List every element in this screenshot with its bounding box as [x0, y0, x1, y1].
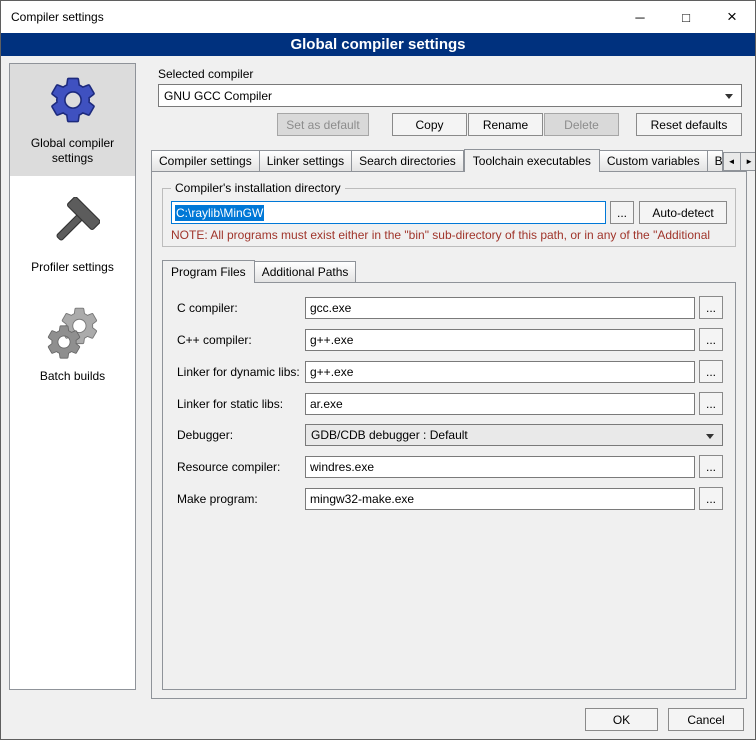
form-row-linker-dynamic: Linker for dynamic libs: ...	[177, 360, 723, 383]
tab-custom-variables[interactable]: Custom variables	[600, 150, 708, 171]
install-dir-note: NOTE: All programs must exist either in …	[171, 228, 727, 242]
tab-additional-paths[interactable]: Additional Paths	[255, 261, 357, 282]
profiler-tool-icon	[45, 196, 101, 252]
field-label: Debugger:	[177, 428, 305, 442]
browse-button[interactable]: ...	[699, 392, 723, 415]
selected-compiler-value: GNU GCC Compiler	[164, 89, 272, 103]
tab-search-directories[interactable]: Search directories	[352, 150, 464, 171]
tab-scroll-right-icon[interactable]: ►	[741, 152, 756, 171]
resource-compiler-input[interactable]	[305, 456, 695, 478]
tab-program-files[interactable]: Program Files	[162, 260, 255, 283]
form-row-resource-compiler: Resource compiler: ...	[177, 455, 723, 478]
reset-defaults-button[interactable]: Reset defaults	[636, 113, 742, 136]
c-compiler-input[interactable]	[305, 297, 695, 319]
toolchain-executables-panel: Compiler's installation directory C:\ray…	[151, 171, 747, 699]
settings-sidebar: Global compiler settings Profiler settin…	[9, 63, 136, 690]
window-controls: ─ □ ×	[617, 1, 755, 33]
tab-toolchain-executables[interactable]: Toolchain executables	[464, 149, 600, 172]
close-icon[interactable]: ×	[709, 1, 755, 33]
field-label: Linker for static libs:	[177, 397, 305, 411]
gray-gears-icon	[45, 305, 101, 361]
program-files-panel: C compiler: ... C++ compiler: ... Linker…	[162, 282, 736, 690]
selected-compiler-select[interactable]: GNU GCC Compiler	[158, 84, 742, 107]
sidebar-item-label: Batch builds	[40, 369, 105, 384]
field-label: Make program:	[177, 492, 305, 506]
cancel-button[interactable]: Cancel	[668, 708, 744, 731]
linker-static-input[interactable]	[305, 393, 695, 415]
sidebar-item-global-compiler-settings[interactable]: Global compiler settings	[10, 64, 135, 176]
cpp-compiler-input[interactable]	[305, 329, 695, 351]
form-row-linker-static: Linker for static libs: ...	[177, 392, 723, 415]
sidebar-item-label: Profiler settings	[31, 260, 114, 275]
tab-scrollers: ◄ ►	[723, 152, 756, 171]
maximize-icon[interactable]: □	[663, 1, 709, 33]
copy-button[interactable]: Copy	[392, 113, 467, 136]
sidebar-item-label: Global compiler settings	[12, 136, 133, 166]
tab-scroll-left-icon[interactable]: ◄	[723, 152, 741, 171]
settings-tabstrip: Compiler settings Linker settings Search…	[151, 148, 747, 171]
minimize-icon[interactable]: ─	[617, 1, 663, 33]
selected-compiler-label: Selected compiler	[158, 67, 747, 81]
page-title: Global compiler settings	[1, 33, 755, 56]
blue-gear-icon	[45, 72, 101, 128]
compiler-actions: Set as default Copy Rename Delete Reset …	[146, 113, 742, 136]
chevron-down-icon	[725, 94, 733, 99]
form-row-cpp-compiler: C++ compiler: ...	[177, 328, 723, 351]
sidebar-item-profiler-settings[interactable]: Profiler settings	[10, 188, 135, 285]
rename-button[interactable]: Rename	[468, 113, 543, 136]
field-label: Resource compiler:	[177, 460, 305, 474]
field-label: C++ compiler:	[177, 333, 305, 347]
browse-button[interactable]: ...	[699, 296, 723, 319]
browse-button[interactable]: ...	[699, 455, 723, 478]
title-bar: Compiler settings ─ □ ×	[1, 1, 755, 33]
auto-detect-button[interactable]: Auto-detect	[639, 201, 727, 224]
installation-directory-group-title: Compiler's installation directory	[171, 181, 345, 195]
installation-directory-group: Compiler's installation directory C:\ray…	[162, 188, 736, 247]
browse-button[interactable]: ...	[699, 360, 723, 383]
delete-button: Delete	[544, 113, 619, 136]
install-dir-input[interactable]: C:\raylib\MinGW	[171, 201, 606, 224]
linker-dynamic-input[interactable]	[305, 361, 695, 383]
form-row-c-compiler: C compiler: ...	[177, 296, 723, 319]
set-as-default-button: Set as default	[277, 113, 369, 136]
browse-button[interactable]: ...	[699, 328, 723, 351]
window-title: Compiler settings	[1, 10, 617, 24]
install-dir-value: C:\raylib\MinGW	[175, 205, 264, 221]
chevron-down-icon	[706, 434, 714, 439]
tab-linker-settings[interactable]: Linker settings	[260, 150, 352, 171]
field-label: Linker for dynamic libs:	[177, 365, 305, 379]
installation-directory-row: C:\raylib\MinGW ... Auto-detect	[171, 201, 727, 224]
install-dir-browse-button[interactable]: ...	[610, 201, 634, 224]
ok-button[interactable]: OK	[585, 708, 658, 731]
sidebar-item-batch-builds[interactable]: Batch builds	[10, 297, 135, 394]
main-content: Selected compiler GNU GCC Compiler Set a…	[146, 63, 747, 699]
compiler-settings-window: Compiler settings ─ □ × Global compiler …	[0, 0, 756, 740]
debugger-select[interactable]: GDB/CDB debugger : Default	[305, 424, 723, 446]
dialog-footer: OK Cancel	[585, 708, 744, 731]
field-label: C compiler:	[177, 301, 305, 315]
make-program-input[interactable]	[305, 488, 695, 510]
debugger-value: GDB/CDB debugger : Default	[311, 428, 468, 442]
tab-compiler-settings[interactable]: Compiler settings	[151, 150, 260, 171]
form-row-make-program: Make program: ...	[177, 487, 723, 510]
program-files-tabstrip: Program Files Additional Paths	[162, 260, 736, 282]
tab-build-options[interactable]: Buil	[708, 150, 723, 171]
browse-button[interactable]: ...	[699, 487, 723, 510]
form-row-debugger: Debugger: GDB/CDB debugger : Default	[177, 424, 723, 446]
